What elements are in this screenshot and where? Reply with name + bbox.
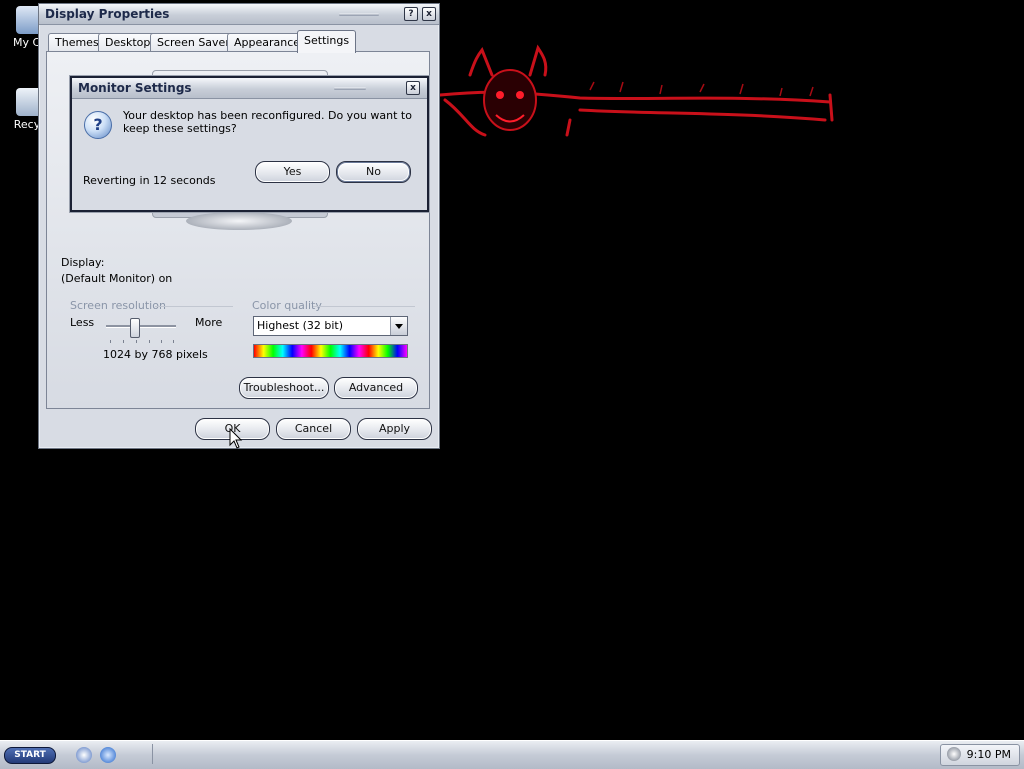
color-spectrum-bar [253, 344, 408, 358]
dialog-titlebar[interactable]: Monitor Settings x [72, 78, 427, 99]
resolution-slider-track[interactable] [106, 325, 176, 328]
chevron-down-icon[interactable] [390, 317, 407, 335]
taskbar-clock[interactable]: 9:10 PM [967, 748, 1011, 761]
monitor-stand [186, 212, 292, 230]
tray-icon[interactable] [947, 747, 961, 761]
screen-resolution-label: Screen resolution [70, 299, 166, 312]
troubleshoot-button[interactable]: Troubleshoot... [239, 377, 329, 399]
resolution-less-label: Less [70, 316, 95, 329]
dialog-close-button[interactable]: x [406, 81, 420, 95]
tab-desktop[interactable]: Desktop [98, 33, 158, 52]
color-quality-label: Color quality [252, 299, 322, 312]
resolution-more-label: More [195, 316, 223, 329]
mouse-cursor [229, 428, 243, 449]
close-button[interactable]: x [422, 7, 436, 21]
window-title: Display Properties [45, 7, 170, 21]
wallpaper-devil [438, 44, 834, 137]
color-quality-select[interactable]: Highest (32 bit) [253, 316, 408, 336]
apply-button[interactable]: Apply [357, 418, 432, 440]
system-tray: 9:10 PM [940, 744, 1020, 766]
quick-launch-icon[interactable] [76, 747, 92, 763]
cancel-button[interactable]: Cancel [276, 418, 351, 440]
color-quality-value: Highest (32 bit) [257, 319, 344, 332]
resolution-slider-thumb[interactable] [130, 318, 140, 338]
resolution-value: 1024 by 768 pixels [103, 348, 208, 361]
taskbar: START 9:10 PM [0, 740, 1024, 769]
monitor-settings-dialog: Monitor Settings x ? Your desktop has be… [70, 76, 429, 212]
help-button[interactable]: ? [404, 7, 418, 21]
start-button[interactable]: START [4, 747, 56, 764]
question-icon: ? [84, 111, 112, 139]
window-titlebar[interactable]: Display Properties ? x [39, 4, 439, 25]
tab-screen-saver[interactable]: Screen Saver [150, 33, 237, 52]
tab-appearance[interactable]: Appearance [227, 33, 308, 52]
display-value: (Default Monitor) on [61, 272, 173, 285]
no-button[interactable]: No [336, 161, 411, 183]
advanced-button[interactable]: Advanced [334, 377, 418, 399]
display-label: Display: [61, 256, 105, 269]
dialog-message: Your desktop has been reconfigured. Do y… [123, 109, 412, 135]
dialog-title: Monitor Settings [78, 81, 192, 95]
countdown-text: Reverting in 12 seconds [83, 174, 216, 187]
tab-settings[interactable]: Settings [297, 30, 357, 53]
internet-explorer-icon[interactable] [100, 747, 116, 763]
yes-button[interactable]: Yes [255, 161, 330, 183]
